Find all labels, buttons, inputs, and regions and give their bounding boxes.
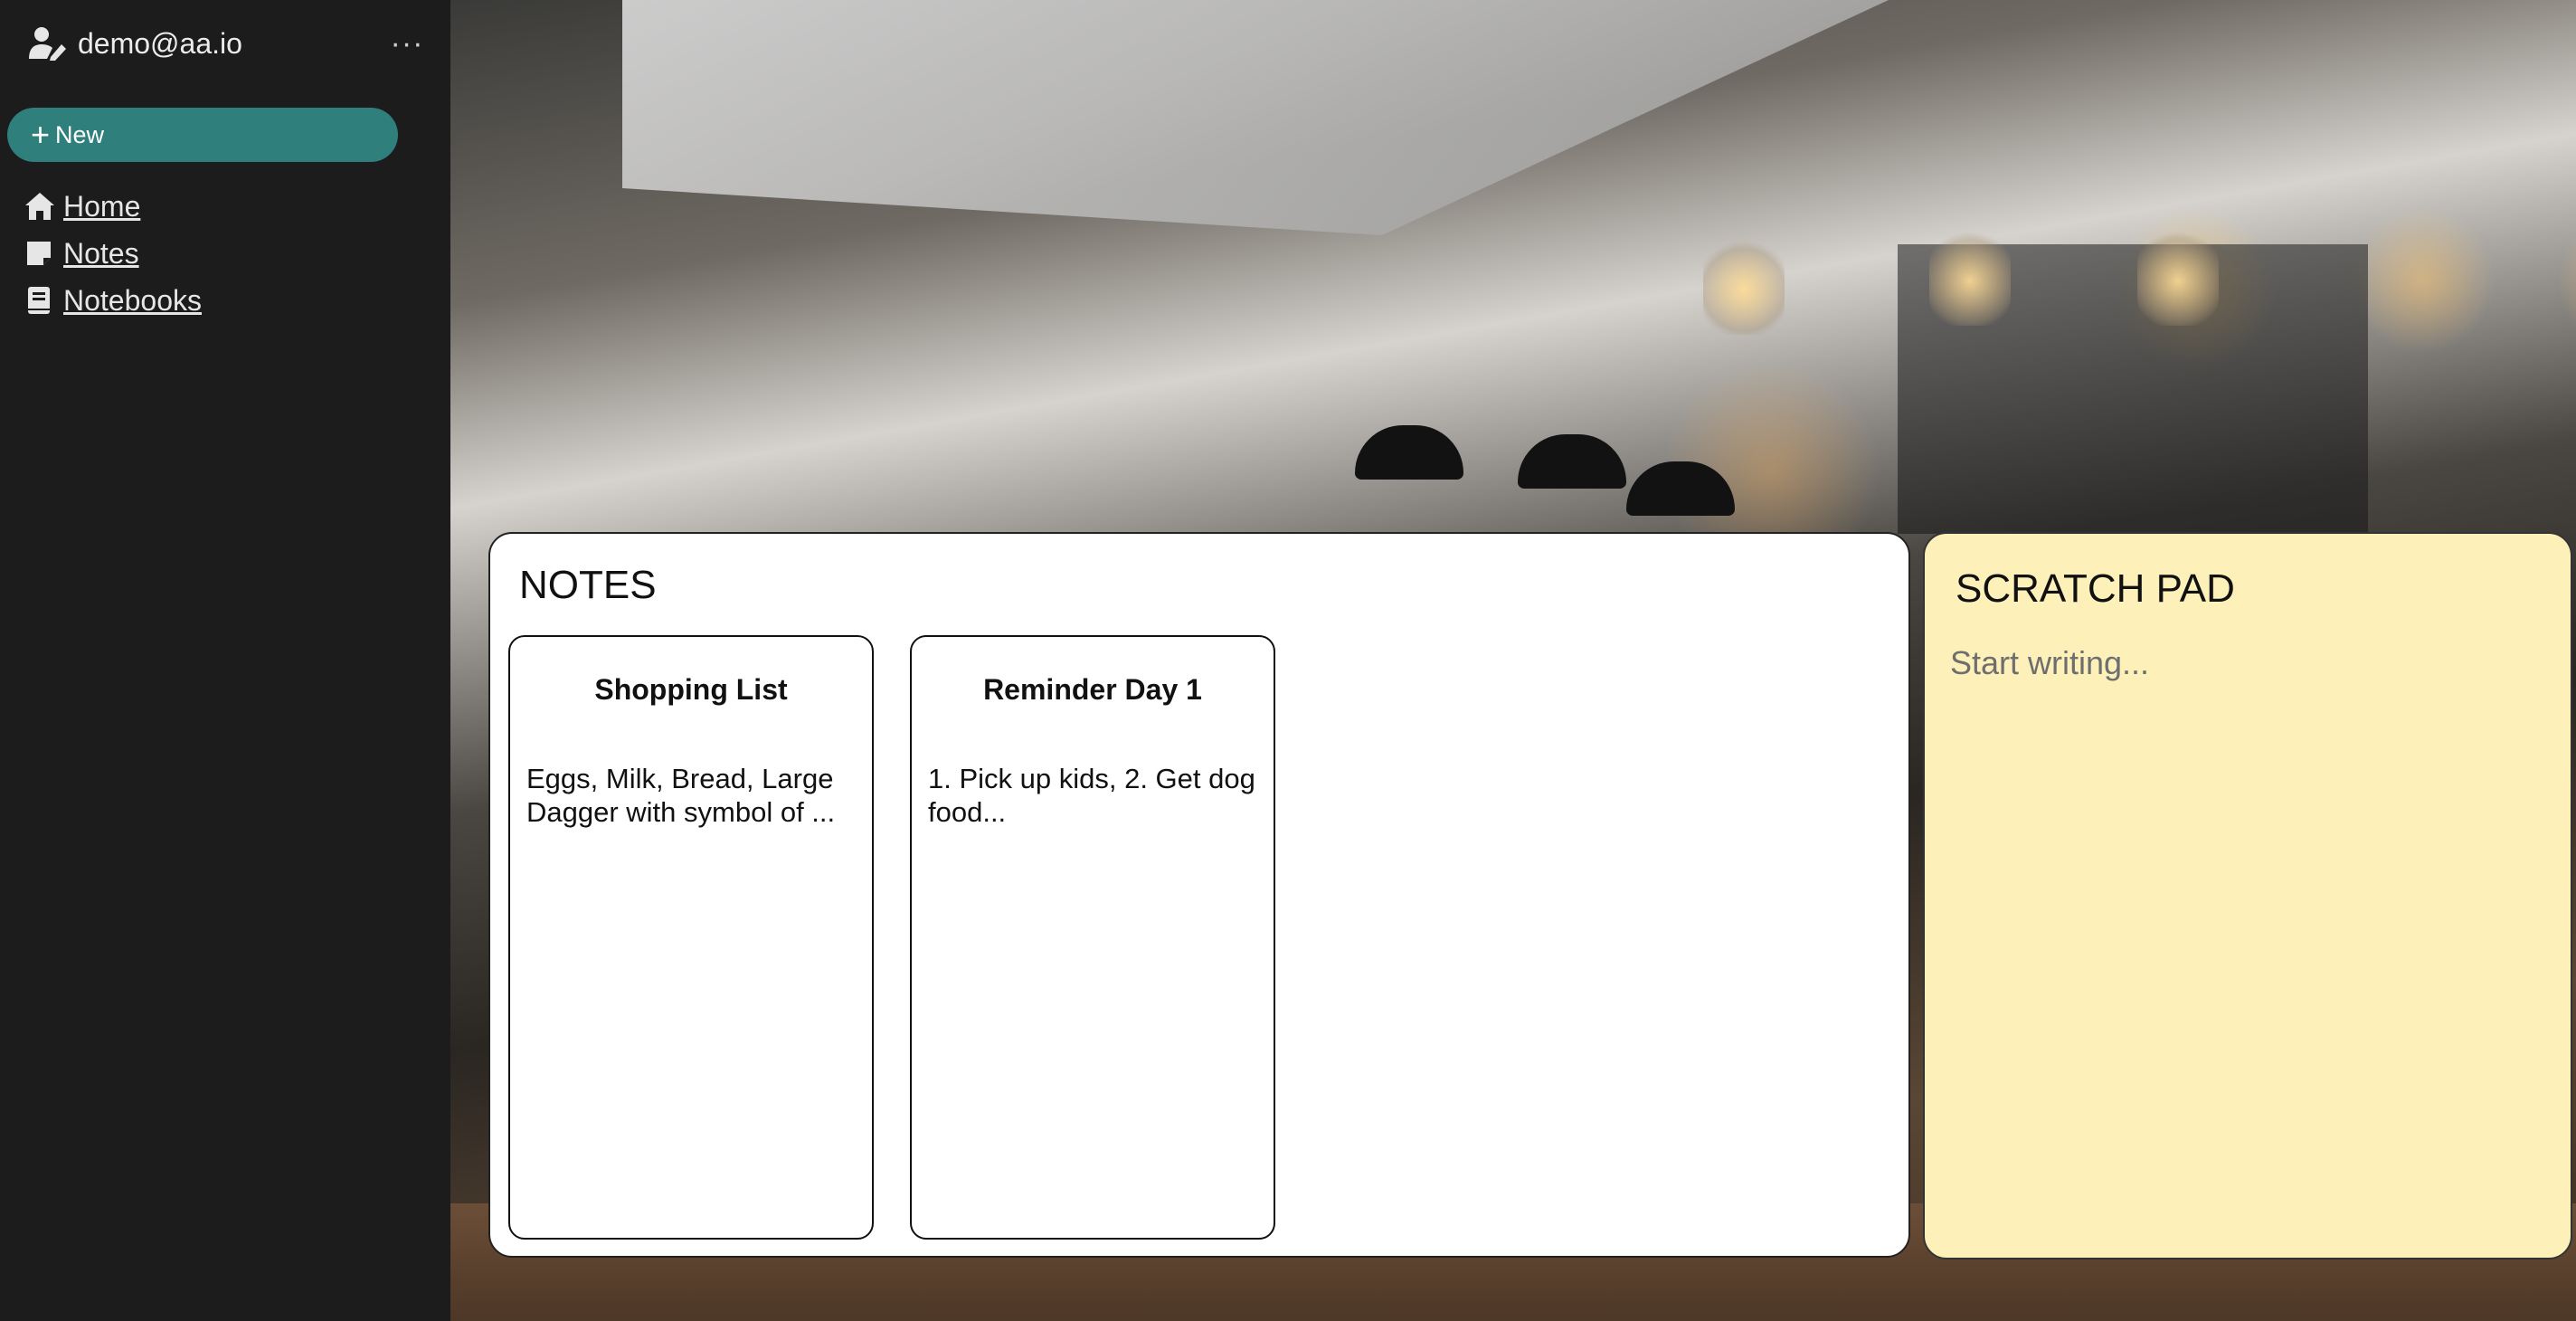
nav-home-label: Home (63, 189, 141, 223)
note-preview: Eggs, Milk, Bread, Large Dagger with sym… (526, 763, 836, 828)
book-icon (28, 287, 50, 314)
nav-item-home[interactable]: Home (24, 183, 202, 230)
plus-icon: + (31, 116, 51, 153)
nav-item-notes[interactable]: Notes (24, 230, 202, 277)
nav-notes-label: Notes (63, 236, 139, 270)
main-nav: Home Notes Notebooks (24, 183, 202, 324)
user-email: demo@aa.io (78, 26, 242, 60)
scratch-pad-title: SCRATCH PAD (1956, 566, 2235, 611)
nav-item-notebooks[interactable]: Notebooks (24, 277, 202, 324)
note-icon (27, 242, 51, 265)
note-card[interactable]: Reminder Day 1 1. Pick up kids, 2. Get d… (910, 635, 1275, 1240)
nav-notebooks-label: Notebooks (63, 283, 202, 317)
note-title: Shopping List (594, 673, 788, 706)
notes-panel: NOTES Shopping List Eggs, Milk, Bread, L… (488, 532, 1910, 1258)
glass-lamp (1703, 235, 1785, 335)
notes-title: NOTES (519, 563, 657, 607)
glass-lamp (1929, 226, 2011, 326)
glass-lamp (2137, 226, 2219, 326)
note-card[interactable]: Shopping List Eggs, Milk, Bread, Large D… (508, 635, 874, 1240)
scratch-pad-panel: SCRATCH PAD (1923, 532, 2572, 1259)
note-preview: 1. Pick up kids, 2. Get dog food... (928, 763, 1255, 828)
more-options-button[interactable]: ··· (387, 24, 427, 63)
note-title: Reminder Day 1 (983, 673, 1202, 706)
sidebar: demo@aa.io ··· + New Home Notes Notebook… (0, 0, 450, 1321)
pendant-lamp (1355, 425, 1463, 480)
user-edit-icon (29, 27, 66, 61)
pendant-lamp (1518, 434, 1626, 489)
pendant-lamp (1626, 461, 1735, 516)
new-button-label: New (55, 120, 105, 148)
ceiling-shape (622, 0, 1889, 235)
scratch-pad-input[interactable] (1948, 642, 2549, 1225)
home-icon (25, 193, 54, 220)
user-menu[interactable]: demo@aa.io ··· (29, 24, 427, 63)
new-button[interactable]: + New (7, 108, 398, 162)
